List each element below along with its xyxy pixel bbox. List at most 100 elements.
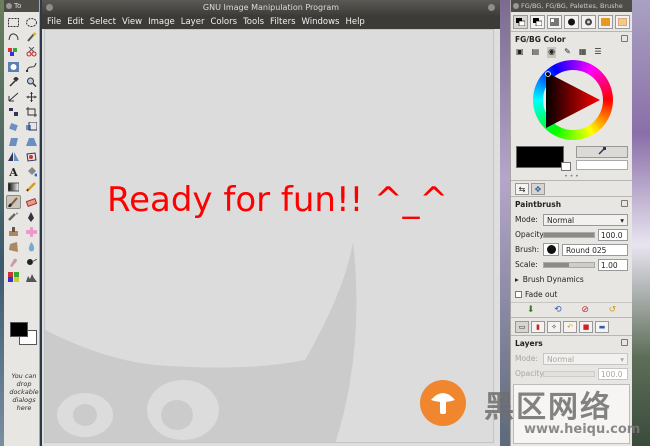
menu-tools[interactable]: Tools <box>243 15 264 29</box>
scales-selector-icon[interactable]: ☰ <box>594 47 601 58</box>
dock-titlebar[interactable]: FG/BG, FG/BG, Palettes, Brushe <box>511 0 632 12</box>
tab-brushes[interactable] <box>564 15 579 29</box>
tab-device-status[interactable]: ✥ <box>531 183 545 195</box>
close-icon[interactable] <box>6 3 12 9</box>
cmyk-selector-icon[interactable]: ▤ <box>532 47 540 58</box>
fade-out-checkbox[interactable] <box>515 291 522 298</box>
fg-color-swatch[interactable] <box>516 146 564 168</box>
move-tool-icon[interactable] <box>24 90 39 104</box>
tab-tool-options[interactable]: ⇆ <box>515 183 529 195</box>
close-icon[interactable] <box>513 3 519 9</box>
layers-mode-select[interactable]: Normal ▾ <box>543 352 628 365</box>
menu-help[interactable]: Help <box>345 15 364 29</box>
crop-tool-icon[interactable] <box>24 105 39 119</box>
shear-tool-icon[interactable] <box>6 135 21 149</box>
heal-tool-icon[interactable] <box>24 225 39 239</box>
menu-layer[interactable]: Layer <box>181 15 205 29</box>
menu-colors[interactable]: Colors <box>210 15 237 29</box>
eraser-tool-icon[interactable] <box>24 195 39 209</box>
opacity-value[interactable]: 100.0 <box>598 228 628 241</box>
hue-wheel[interactable] <box>533 60 613 140</box>
foreground-color-swatch[interactable] <box>10 322 28 337</box>
menu-edit[interactable]: Edit <box>67 15 83 29</box>
wheel-selector-icon[interactable]: ◉ <box>547 47 557 58</box>
perspective-tool-icon[interactable] <box>24 135 39 149</box>
menu-select[interactable]: Select <box>90 15 116 29</box>
tab-colormap[interactable]: ■ <box>579 321 593 333</box>
bucket-fill-tool-icon[interactable] <box>24 165 39 179</box>
tab-channels[interactable]: ▮ <box>531 321 545 333</box>
brush-name[interactable]: Round 025 <box>562 243 628 256</box>
tab-paths[interactable]: ✧ <box>547 321 561 333</box>
panel-menu-icon[interactable] <box>621 35 628 42</box>
align-tool-icon[interactable] <box>6 105 21 119</box>
color-picker-button[interactable] <box>576 146 628 158</box>
smudge-tool-icon[interactable] <box>6 255 21 269</box>
menu-image[interactable]: Image <box>148 15 175 29</box>
blend-tool-icon[interactable] <box>6 180 21 194</box>
select-by-color-tool-icon[interactable] <box>6 45 21 59</box>
palette-selector-icon[interactable]: ▦ <box>579 47 587 58</box>
zoom-tool-icon[interactable] <box>24 75 39 89</box>
rotate-tool-icon[interactable] <box>6 120 21 134</box>
ellipse-select-tool-icon[interactable] <box>24 15 39 29</box>
color-balance-icon[interactable] <box>6 270 21 284</box>
tab-undo[interactable]: ↶ <box>563 321 577 333</box>
ink-tool-icon[interactable] <box>24 210 39 224</box>
blur-tool-icon[interactable] <box>24 240 39 254</box>
brush-preview[interactable] <box>543 243 559 256</box>
perspective-clone-tool-icon[interactable] <box>6 240 21 254</box>
brush-dynamics-row[interactable]: ▸ Brush Dynamics <box>511 272 632 287</box>
scissors-select-tool-icon[interactable] <box>24 45 39 59</box>
foreground-select-tool-icon[interactable] <box>6 60 21 74</box>
rect-select-tool-icon[interactable] <box>6 15 21 29</box>
delete-options-icon[interactable]: ⊘ <box>581 305 589 315</box>
tab-layers[interactable]: ▭ <box>515 321 529 333</box>
tab-patterns[interactable] <box>581 15 596 29</box>
fg-bg-color-selector[interactable] <box>10 322 38 346</box>
color-picker-tool-icon[interactable] <box>6 75 21 89</box>
gimp-selector-icon[interactable]: ▣ <box>516 47 524 58</box>
menu-windows[interactable]: Windows <box>302 15 340 29</box>
value-saturation-triangle[interactable] <box>543 68 603 132</box>
scale-tool-icon[interactable] <box>24 120 39 134</box>
free-select-tool-icon[interactable] <box>6 30 21 44</box>
tab-palettes[interactable] <box>547 15 562 29</box>
airbrush-tool-icon[interactable] <box>6 210 21 224</box>
toolbox-titlebar[interactable]: To <box>4 0 39 12</box>
panel-menu-icon[interactable] <box>621 200 628 207</box>
opacity-slider[interactable] <box>543 231 595 238</box>
reset-options-icon[interactable]: ↺ <box>609 305 617 315</box>
menu-filters[interactable]: Filters <box>270 15 295 29</box>
measure-tool-icon[interactable] <box>6 90 21 104</box>
levels-icon[interactable] <box>24 270 39 284</box>
restore-options-icon[interactable]: ⟲ <box>554 305 562 315</box>
image-window-titlebar[interactable]: GNU Image Manipulation Program <box>42 0 500 15</box>
tab-gradients[interactable] <box>598 15 613 29</box>
flip-tool-icon[interactable] <box>6 150 21 164</box>
menu-file[interactable]: File <box>47 15 61 29</box>
paths-tool-icon[interactable] <box>24 60 39 74</box>
tab-fgbg-color-2[interactable] <box>530 15 545 29</box>
paintbrush-tool-icon[interactable] <box>6 195 21 209</box>
dodge-burn-tool-icon[interactable] <box>24 255 39 269</box>
pencil-tool-icon[interactable] <box>24 180 39 194</box>
cage-tool-icon[interactable] <box>24 150 39 164</box>
tab-fgbg-color[interactable] <box>513 15 528 29</box>
clone-tool-icon[interactable] <box>6 225 21 239</box>
fuzzy-select-tool-icon[interactable] <box>24 30 39 44</box>
save-options-icon[interactable]: ⬇ <box>527 305 535 315</box>
layers-opacity-slider[interactable] <box>543 370 595 377</box>
scale-slider[interactable] <box>543 261 595 268</box>
close-icon[interactable] <box>46 4 53 11</box>
tab-fonts[interactable] <box>615 15 630 29</box>
bg-color-swatch[interactable] <box>561 162 571 171</box>
scale-value[interactable]: 1.00 <box>598 258 628 271</box>
text-tool-icon[interactable]: A <box>6 165 21 179</box>
watercolor-selector-icon[interactable]: ✎ <box>564 47 571 58</box>
tab-images[interactable]: ▬ <box>595 321 609 333</box>
hex-color-entry[interactable] <box>576 160 628 170</box>
maximize-icon[interactable] <box>488 4 495 11</box>
menu-view[interactable]: View <box>122 15 142 29</box>
panel-menu-icon[interactable] <box>621 339 628 346</box>
